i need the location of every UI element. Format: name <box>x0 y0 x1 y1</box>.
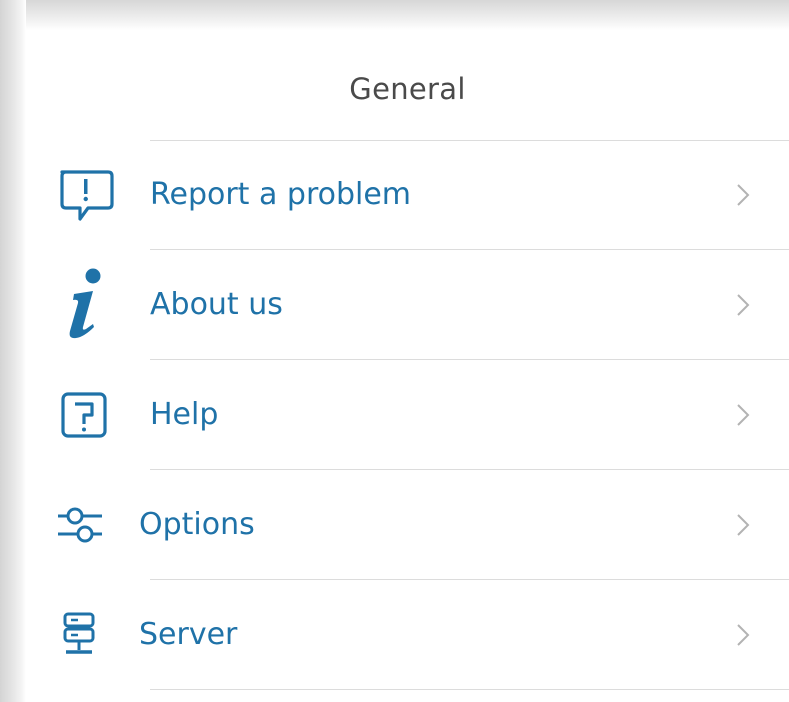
window-shadow-left <box>0 0 26 702</box>
menu-item-label: Server <box>139 617 238 652</box>
info-icon <box>60 251 110 359</box>
chevron-right-icon <box>736 471 750 579</box>
divider <box>150 469 789 470</box>
menu-item-label: Report a problem <box>150 177 412 212</box>
settings-panel: General Report a problem About us Help O… <box>26 30 789 702</box>
report-problem-icon <box>54 141 116 249</box>
chevron-right-icon <box>736 251 750 359</box>
divider <box>150 579 789 580</box>
menu-item-about-us[interactable]: About us <box>26 251 789 359</box>
chevron-right-icon <box>736 581 750 689</box>
divider <box>150 689 789 690</box>
server-icon <box>59 581 99 689</box>
menu-item-server[interactable]: Server <box>26 581 789 689</box>
chevron-right-icon <box>736 361 750 469</box>
menu-item-options[interactable]: Options <box>26 471 789 579</box>
help-question-icon <box>56 361 112 469</box>
divider <box>150 359 789 360</box>
window-shadow-top <box>0 0 789 30</box>
options-sliders-icon <box>54 471 106 579</box>
divider <box>150 249 789 250</box>
menu-item-report-problem[interactable]: Report a problem <box>26 141 789 249</box>
menu-item-label: About us <box>150 287 283 322</box>
section-title: General <box>349 72 466 106</box>
menu-item-label: Options <box>139 507 255 542</box>
menu-item-help[interactable]: Help <box>26 361 789 469</box>
menu-item-label: Help <box>150 397 219 432</box>
chevron-right-icon <box>736 141 750 249</box>
